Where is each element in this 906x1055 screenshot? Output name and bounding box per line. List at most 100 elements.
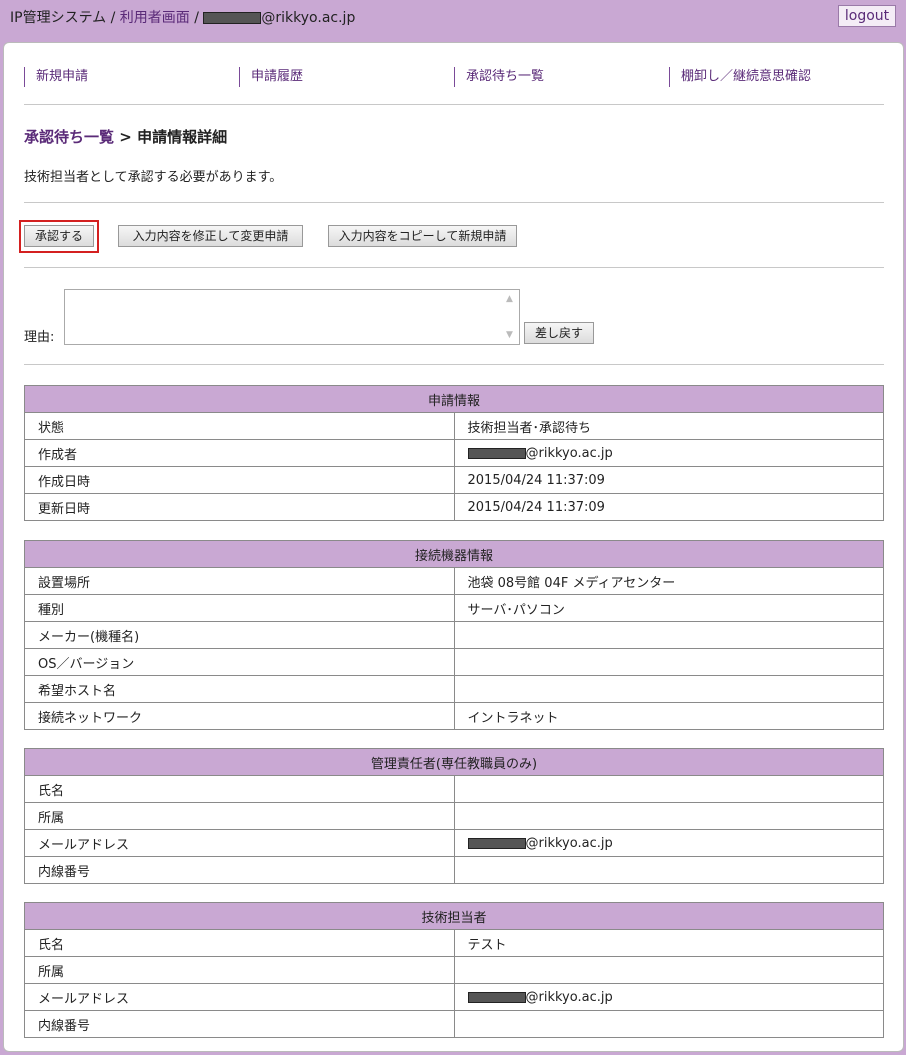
modify-request-button[interactable]: 入力内容を修正して変更申請 [118, 225, 303, 247]
device-info-table: 接続機器情報 設置場所 池袋 08号館 04F メディアセンター 種別 サーバ･… [24, 540, 884, 730]
reason-textarea[interactable]: ▲ ▼ [64, 289, 520, 345]
table-row: 接続ネットワーク イントラネット [24, 702, 884, 730]
field-label: 設置場所 [24, 567, 455, 595]
top-bar: IP管理システム / 利用者画面 / @rikkyo.ac.jp logout [0, 0, 906, 32]
divider [24, 202, 884, 203]
table-row: 希望ホスト名 [24, 675, 884, 703]
field-value: サーバ･パソコン [453, 594, 884, 622]
table-row: 種別 サーバ･パソコン [24, 594, 884, 622]
divider [24, 104, 884, 105]
approve-button[interactable]: 承認する [24, 225, 94, 247]
field-label: 更新日時 [24, 493, 455, 521]
main-nav: 新規申請 申請履歴 承認待ち一覧 棚卸し／継続意思確認 [24, 67, 882, 87]
table-row: メールアドレス @rikkyo.ac.jp [24, 983, 884, 1011]
field-label: メールアドレス [24, 983, 455, 1011]
field-label: 氏名 [24, 775, 455, 803]
nav-inventory[interactable]: 棚卸し／継続意思確認 [669, 67, 811, 87]
redacted-username [203, 12, 262, 24]
admin-info-table: 管理責任者(専任教職員のみ) 氏名 所属 メールアドレス @rikkyo.ac.… [24, 748, 884, 884]
scroll-up-icon[interactable]: ▲ [506, 294, 513, 304]
field-label: OS／バージョン [24, 648, 455, 676]
table-row: メールアドレス @rikkyo.ac.jp [24, 829, 884, 857]
field-value: 技術担当者･承認待ち [453, 412, 884, 440]
field-label: 内線番号 [24, 856, 455, 884]
divider [24, 267, 884, 268]
field-value [453, 956, 884, 984]
application-info-table: 申請情報 状態 技術担当者･承認待ち 作成者 @rikkyo.ac.jp 作成日… [24, 385, 884, 521]
return-button[interactable]: 差し戻す [524, 322, 594, 344]
table-row: メーカー(機種名) [24, 621, 884, 649]
field-label: 種別 [24, 594, 455, 622]
field-value [453, 648, 884, 676]
divider [24, 364, 884, 365]
pending-list-link[interactable]: 承認待ち一覧 [24, 128, 114, 146]
field-value: イントラネット [453, 702, 884, 730]
page-title-text: 申請情報詳細 [137, 128, 228, 146]
user-email-domain: @rikkyo.ac.jp [261, 10, 356, 26]
redacted-username [467, 447, 526, 459]
approval-notice: 技術担当者として承認する必要があります。 [24, 170, 283, 185]
field-value: 2015/04/24 11:37:09 [453, 493, 884, 521]
field-label: メールアドレス [24, 829, 455, 857]
email-domain: @rikkyo.ac.jp [525, 835, 613, 851]
nav-application-history[interactable]: 申請履歴 [239, 67, 303, 87]
field-value: 池袋 08号館 04F メディアセンター [453, 567, 884, 595]
breadcrumb-separator: / [110, 10, 116, 26]
field-label: 作成日時 [24, 466, 455, 494]
field-label: 状態 [24, 412, 455, 440]
main-panel: 新規申請 申請履歴 承認待ち一覧 棚卸し／継続意思確認 承認待ち一覧 > 申請情… [3, 42, 904, 1052]
field-label: 所属 [24, 802, 455, 830]
field-value: テスト [453, 929, 884, 957]
redacted-username [467, 991, 526, 1003]
field-value: @rikkyo.ac.jp [453, 439, 884, 467]
page-title: 承認待ち一覧 > 申請情報詳細 [24, 126, 227, 147]
tech-contact-table: 技術担当者 氏名 テスト 所属 メールアドレス @rikkyo.ac.jp 内線… [24, 902, 884, 1038]
field-label: 所属 [24, 956, 455, 984]
field-label: 希望ホスト名 [24, 675, 455, 703]
table-row: 氏名 テスト [24, 929, 884, 957]
field-value [453, 675, 884, 703]
field-label: 作成者 [24, 439, 455, 467]
breadcrumb-separator: / [194, 10, 199, 26]
table-row: 更新日時 2015/04/24 11:37:09 [24, 493, 884, 521]
field-value [453, 856, 884, 884]
section-header: 接続機器情報 [24, 540, 884, 568]
field-value: @rikkyo.ac.jp [453, 983, 884, 1011]
title-separator: > [119, 128, 132, 146]
table-row: 内線番号 [24, 1010, 884, 1038]
table-row: 作成者 @rikkyo.ac.jp [24, 439, 884, 467]
nav-new-application[interactable]: 新規申請 [24, 67, 88, 87]
table-row: 内線番号 [24, 856, 884, 884]
field-label: 内線番号 [24, 1010, 455, 1038]
nav-pending-approvals[interactable]: 承認待ち一覧 [454, 67, 544, 87]
field-value [453, 775, 884, 803]
table-row: 所属 [24, 956, 884, 984]
reason-label: 理由: [24, 330, 55, 345]
field-label: 接続ネットワーク [24, 702, 455, 730]
field-value: @rikkyo.ac.jp [453, 829, 884, 857]
table-row: 設置場所 池袋 08号館 04F メディアセンター [24, 567, 884, 595]
header-breadcrumb: IP管理システム / 利用者画面 / @rikkyo.ac.jp [10, 7, 355, 27]
field-value: 2015/04/24 11:37:09 [453, 466, 884, 494]
copy-request-button[interactable]: 入力内容をコピーして新規申請 [328, 225, 517, 247]
table-row: 所属 [24, 802, 884, 830]
scroll-down-icon[interactable]: ▼ [506, 330, 513, 340]
section-header: 技術担当者 [24, 902, 884, 930]
field-value [453, 621, 884, 649]
user-screen-link[interactable]: 利用者画面 [120, 10, 190, 26]
section-header: 申請情報 [24, 385, 884, 413]
field-value [453, 802, 884, 830]
table-row: 氏名 [24, 775, 884, 803]
textarea-scrollbar[interactable]: ▲ ▼ [503, 290, 519, 344]
field-value [453, 1010, 884, 1038]
section-header: 管理責任者(専任教職員のみ) [24, 748, 884, 776]
email-domain: @rikkyo.ac.jp [525, 445, 613, 461]
table-row: OS／バージョン [24, 648, 884, 676]
table-row: 状態 技術担当者･承認待ち [24, 412, 884, 440]
redacted-username [467, 837, 526, 849]
logout-button[interactable]: logout [838, 5, 896, 27]
table-row: 作成日時 2015/04/24 11:37:09 [24, 466, 884, 494]
email-domain: @rikkyo.ac.jp [525, 989, 613, 1005]
system-name: IP管理システム [10, 10, 107, 26]
field-label: メーカー(機種名) [24, 621, 455, 649]
